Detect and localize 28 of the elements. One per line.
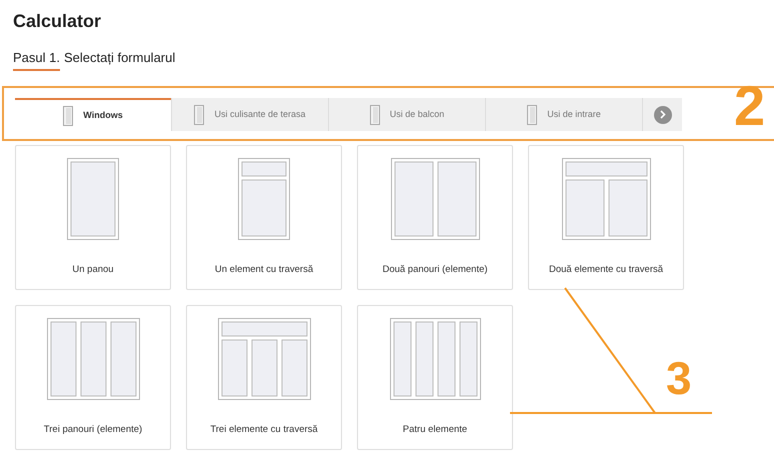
tab[interactable]: Usi culisante de terasa [171,98,328,131]
card-label: Un panou [72,263,114,277]
card-label: Trei panouri (elemente) [44,423,142,437]
chevron-right-icon [660,110,666,119]
door-icon [63,106,74,126]
tab[interactable]: Usi de balcon [328,98,485,131]
window-type-card[interactable]: Două elemente cu traversă [528,145,684,290]
card-label: Trei elemente cu traversă [210,423,318,437]
door-icon [527,104,538,124]
window-type-card[interactable]: Patru elemente [357,305,513,450]
window-type-card[interactable]: Două panouri (elemente) [357,145,513,290]
window-type-card[interactable]: Un panou [15,145,171,290]
card-label: Două elemente cu traversă [548,263,664,277]
step-label: Selectați formularul [64,49,176,67]
next-button[interactable] [654,106,672,124]
tab[interactable]: Usi de intrare [485,98,642,131]
window-type-card[interactable]: Un element cu traversă [186,145,342,290]
door-icon [194,104,204,124]
card-label: Un element cu traversă [214,263,314,277]
annotation-number: 2 [734,78,766,134]
page-title: Calculator [13,10,102,32]
door-icon [370,104,380,124]
card-label: Patru elemente [402,423,468,437]
card-label: Două panouri (elemente) [382,263,488,277]
step-number: Pasul 1. [13,48,60,70]
annotation-number: 3 [666,355,692,401]
window-type-card[interactable]: Trei elemente cu traversă [186,305,342,450]
window-type-card[interactable]: Trei panouri (elemente) [15,305,171,450]
